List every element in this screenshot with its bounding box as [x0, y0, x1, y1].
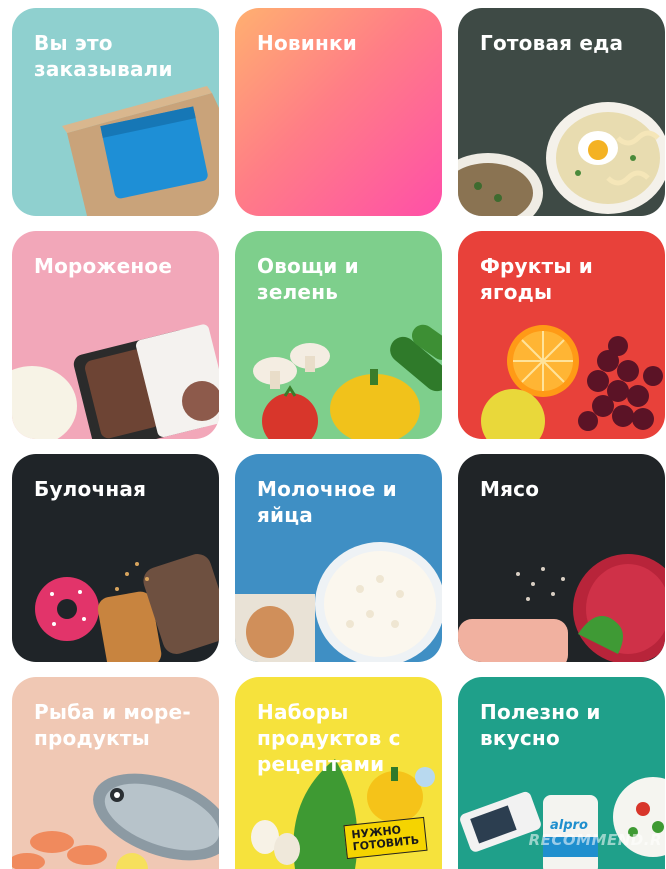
tile-vegetables[interactable]: Овощи и зелень: [235, 231, 442, 439]
tile-label: Наборы продуктов с рецептами: [257, 700, 401, 776]
tile-label: Молочное и яйца: [257, 477, 397, 527]
tile-label: Овощи и зелень: [257, 254, 359, 304]
tile-label: Мясо: [480, 477, 540, 501]
tile-label: Рыба и море- продукты: [34, 700, 191, 750]
tile-label: Вы это заказывали: [34, 31, 173, 81]
tile-ordered[interactable]: Вы это заказывали: [12, 8, 219, 216]
tile-recipes[interactable]: НУЖНО ГОТОВИТЬ Наборы продуктов с рецепт…: [235, 677, 442, 869]
tile-label: Булочная: [34, 477, 147, 501]
tile-label: Готовая еда: [480, 31, 624, 55]
tile-fruits[interactable]: Фрукты и ягоды: [458, 231, 665, 439]
tile-bakery[interactable]: Булочная: [12, 454, 219, 662]
watermark: RECOMMEND.R: [528, 831, 662, 849]
tile-label: Мороженое: [34, 254, 173, 278]
tile-meat[interactable]: Мясо: [458, 454, 665, 662]
tile-label: Полезно и вкусно: [480, 700, 601, 750]
tile-fish[interactable]: Рыба и море- продукты: [12, 677, 219, 869]
category-grid: Вы это заказывали Новинки Готовая еда Мо…: [0, 0, 666, 869]
tile-ice-cream[interactable]: Мороженое: [12, 231, 219, 439]
tile-label: Новинки: [257, 31, 357, 55]
tile-dairy[interactable]: Молочное и яйца: [235, 454, 442, 662]
tile-ready-food[interactable]: Готовая еда: [458, 8, 665, 216]
tile-label: Фрукты и ягоды: [480, 254, 594, 304]
tile-new[interactable]: Новинки: [235, 8, 442, 216]
